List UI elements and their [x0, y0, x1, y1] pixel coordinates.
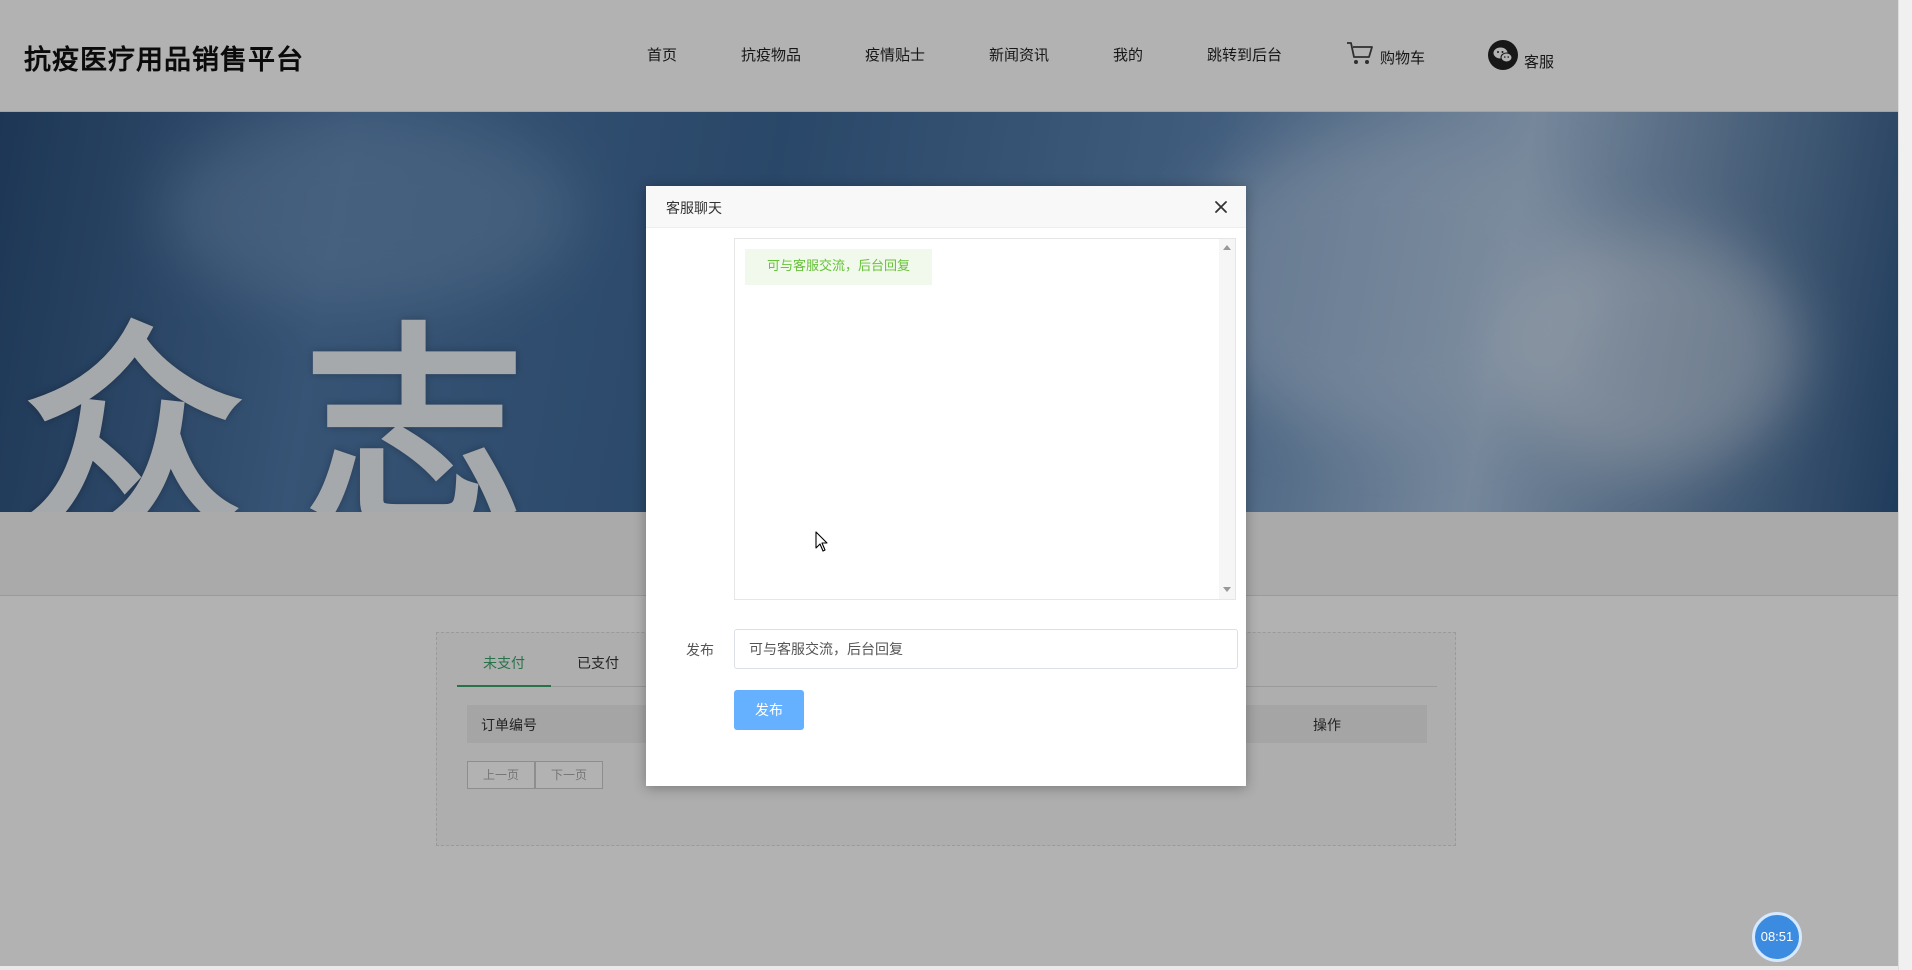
publish-button[interactable]: 发布 — [734, 690, 804, 730]
close-icon[interactable] — [1210, 196, 1232, 218]
scroll-down-icon[interactable] — [1223, 587, 1231, 592]
mouse-cursor-icon — [815, 531, 829, 553]
scroll-up-icon[interactable] — [1223, 245, 1231, 250]
chat-scrollbar[interactable] — [1219, 239, 1235, 599]
bottom-edge — [0, 966, 1898, 970]
page-scrollbar[interactable] — [1898, 0, 1912, 970]
chat-messages[interactable]: 可与客服交流，后台回复 — [734, 238, 1236, 600]
time-widget[interactable]: 08:51 — [1752, 912, 1802, 962]
publish-label: 发布 — [686, 643, 714, 659]
chat-dialog: 客服聊天 可与客服交流，后台回复 发布 发布 — [646, 186, 1246, 786]
chat-message: 可与客服交流，后台回复 — [745, 249, 933, 285]
dialog-title: 客服聊天 — [666, 201, 722, 217]
message-input[interactable] — [734, 629, 1238, 669]
dialog-header: 客服聊天 — [646, 186, 1246, 228]
